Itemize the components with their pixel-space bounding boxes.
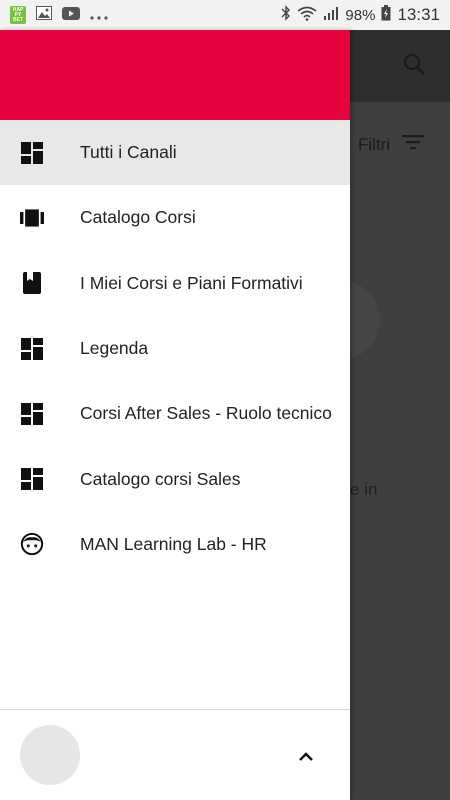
menu-item-label: Legenda: [80, 338, 149, 359]
carousel-icon: [20, 206, 44, 230]
menu-item-tutti-i-canali[interactable]: Tutti i Canali: [0, 120, 350, 186]
gallery-icon: [36, 6, 52, 24]
book-icon: [20, 271, 44, 295]
background-partial-text: e in: [350, 480, 378, 499]
filter-icon: [402, 134, 425, 155]
filter-button[interactable]: Filtri: [358, 134, 425, 155]
dashboard-icon: [20, 141, 44, 165]
drawer-footer: [0, 709, 350, 800]
background-app[interactable]: Filtri e in: [340, 30, 450, 800]
app-toolbar: [350, 30, 450, 102]
menu-item-corsi-after-sales[interactable]: Corsi After Sales - Ruolo tecnico: [0, 381, 350, 446]
drawer-header: [0, 30, 350, 120]
bluetooth-icon: [281, 5, 291, 25]
dashboard-icon: [20, 467, 44, 491]
signal-icon: [323, 6, 339, 24]
dashboard-icon: [20, 402, 44, 426]
menu-item-label: MAN Learning Lab - HR: [80, 533, 267, 554]
battery-icon: [381, 5, 391, 25]
more-icon: [90, 7, 108, 24]
drawer-menu: Tutti i Canali Catalogo Corsi I Miei Cor…: [0, 120, 350, 577]
face-icon: [20, 532, 44, 556]
chevron-up-icon[interactable]: [294, 745, 318, 769]
menu-item-i-miei-corsi[interactable]: I Miei Corsi e Piani Formativi: [0, 251, 350, 316]
menu-item-label: Tutti i Canali: [80, 142, 177, 163]
menu-item-label: Catalogo corsi Sales: [80, 468, 241, 489]
menu-item-catalogo-corsi-sales[interactable]: Catalogo corsi Sales: [0, 446, 350, 511]
filter-label: Filtri: [358, 134, 391, 154]
avatar[interactable]: [20, 725, 80, 785]
battery-percent: 98%: [345, 6, 376, 24]
dashboard-icon: [20, 337, 44, 361]
status-bar: HAP PY BET 98% 13:31: [0, 0, 450, 30]
menu-item-label: Catalogo Corsi: [80, 207, 196, 228]
menu-item-label: Corsi After Sales - Ruolo tecnico: [80, 403, 332, 424]
happy-app-icon: HAP PY BET: [10, 6, 26, 24]
clock: 13:31: [397, 5, 440, 24]
menu-item-catalogo-corsi[interactable]: Catalogo Corsi: [0, 185, 350, 250]
youtube-icon: [62, 6, 80, 24]
search-icon[interactable]: [402, 52, 426, 81]
navigation-drawer: Tutti i Canali Catalogo Corsi I Miei Cor…: [0, 30, 350, 800]
menu-item-man-learning-lab[interactable]: MAN Learning Lab - HR: [0, 512, 350, 577]
wifi-icon: [297, 6, 317, 25]
menu-item-label: I Miei Corsi e Piani Formativi: [80, 272, 303, 293]
menu-item-legenda[interactable]: Legenda: [0, 316, 350, 381]
